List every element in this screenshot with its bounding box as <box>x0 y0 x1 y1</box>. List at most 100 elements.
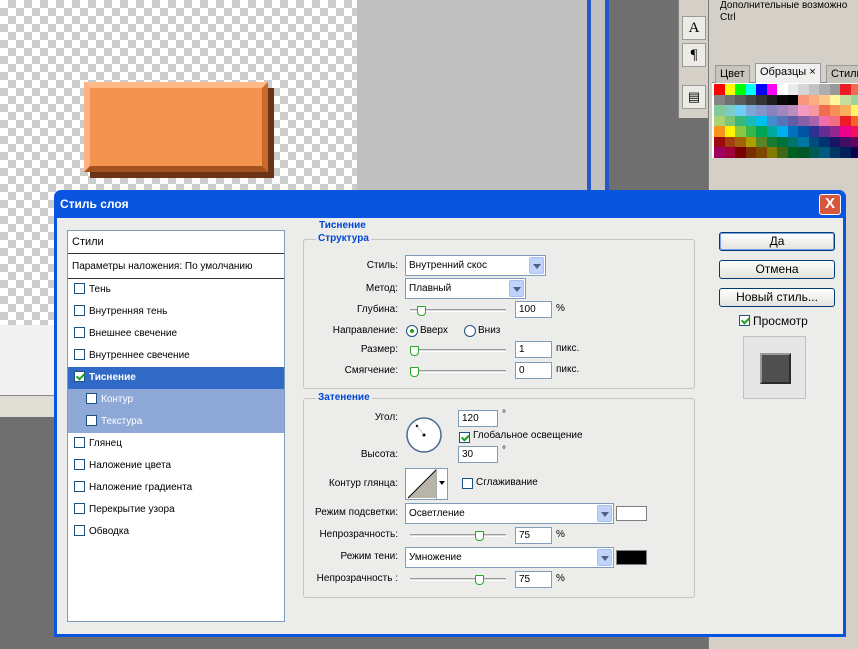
swatch-cell[interactable] <box>829 115 841 127</box>
swatch-cell[interactable] <box>724 115 736 127</box>
swatch-cell[interactable] <box>745 84 757 95</box>
swatch-cell[interactable] <box>850 105 858 116</box>
chevron-down-icon[interactable] <box>509 280 524 297</box>
swatch-cell[interactable] <box>840 84 851 95</box>
swatch-cell[interactable] <box>724 147 736 158</box>
swatch-cell[interactable] <box>829 136 841 148</box>
swatch-cell[interactable] <box>840 105 851 116</box>
swatch-cell[interactable] <box>766 147 778 158</box>
swatch-cell[interactable] <box>724 94 736 106</box>
swatch-cell[interactable] <box>787 115 799 127</box>
swatch-cell[interactable] <box>850 115 858 127</box>
style-item-9[interactable]: Наложение цвета <box>68 455 284 477</box>
character-icon[interactable]: A <box>682 16 706 40</box>
method-select[interactable]: Плавный <box>405 278 526 299</box>
preview-checkbox[interactable] <box>739 315 750 326</box>
swatch-cell[interactable] <box>735 147 746 158</box>
swatch-cell[interactable] <box>819 94 830 106</box>
swatch-cell[interactable] <box>819 136 830 148</box>
swatch-cell[interactable] <box>735 84 746 95</box>
direction-down-radio[interactable] <box>464 325 476 337</box>
swatch-cell[interactable] <box>714 147 725 158</box>
shadow-color-swatch[interactable] <box>616 550 647 565</box>
swatch-cell[interactable] <box>787 136 799 148</box>
style-item-checkbox[interactable] <box>74 502 85 514</box>
swatch-cell[interactable] <box>808 115 820 127</box>
swatch-cell[interactable] <box>787 147 799 158</box>
swatch-cell[interactable] <box>745 105 757 116</box>
style-item-3[interactable]: Внешнее свечение <box>68 323 284 345</box>
close-icon[interactable]: × <box>809 66 815 78</box>
shadow-opacity-thumb[interactable] <box>474 575 484 585</box>
swatch-cell[interactable] <box>724 126 736 137</box>
swatch-cell[interactable] <box>714 94 725 106</box>
style-item-4[interactable]: Внутреннее свечение <box>68 345 284 367</box>
swatch-cell[interactable] <box>777 115 788 127</box>
swatch-cell[interactable] <box>850 126 858 137</box>
swatch-cell[interactable] <box>819 115 830 127</box>
swatch-cell[interactable] <box>798 136 809 148</box>
chevron-down-icon[interactable] <box>597 505 612 522</box>
direction-up-radio[interactable] <box>406 325 418 337</box>
style-item-checkbox[interactable] <box>86 414 97 426</box>
depth-field[interactable]: 100 <box>515 301 552 318</box>
swatch-cell[interactable] <box>808 105 820 116</box>
ok-button[interactable]: Да <box>719 232 835 251</box>
swatch-cell[interactable] <box>829 84 841 95</box>
swatch-cell[interactable] <box>787 94 799 106</box>
close-button[interactable]: X <box>819 194 841 215</box>
swatch-cell[interactable] <box>766 94 778 106</box>
swatch-cell[interactable] <box>798 105 809 116</box>
swatch-cell[interactable] <box>735 126 746 137</box>
style-item-checkbox[interactable] <box>74 524 85 536</box>
style-item-checkbox[interactable] <box>74 370 85 382</box>
highlight-mode-select[interactable]: Осветление <box>405 503 614 524</box>
style-item-6[interactable]: Контур <box>68 389 284 411</box>
style-item-checkbox[interactable] <box>74 480 85 492</box>
swatch-cell[interactable] <box>808 84 820 95</box>
highlight-color-swatch[interactable] <box>616 506 647 521</box>
style-item-12[interactable]: Обводка <box>68 521 284 543</box>
swatch-cell[interactable] <box>745 136 757 148</box>
swatch-cell[interactable] <box>766 126 778 137</box>
swatch-cell[interactable] <box>756 115 767 127</box>
style-item-checkbox[interactable] <box>74 458 85 470</box>
global-light-checkbox[interactable] <box>459 432 470 443</box>
swatch-cell[interactable] <box>798 147 809 158</box>
style-item-5[interactable]: Тиснение <box>68 367 284 389</box>
swatch-cell[interactable] <box>840 115 851 127</box>
swatch-cell[interactable] <box>850 94 858 106</box>
style-select[interactable]: Внутренний скос <box>405 255 546 276</box>
swatch-cell[interactable] <box>850 136 858 148</box>
shadow-opacity-slider[interactable] <box>410 575 506 585</box>
swatch-cell[interactable] <box>798 126 809 137</box>
shadow-opacity-field[interactable]: 75 <box>515 571 552 588</box>
swatch-cell[interactable] <box>819 147 830 158</box>
swatch-cell[interactable] <box>787 126 799 137</box>
style-item-10[interactable]: Наложение градиента <box>68 477 284 499</box>
swatch-cell[interactable] <box>840 136 851 148</box>
style-item-checkbox[interactable] <box>74 436 85 448</box>
swatch-cell[interactable] <box>787 84 799 95</box>
style-item-11[interactable]: Перекрытие узора <box>68 499 284 521</box>
highlight-opacity-thumb[interactable] <box>474 531 484 541</box>
shadow-mode-select[interactable]: Умножение <box>405 547 614 568</box>
swatch-cell[interactable] <box>808 147 820 158</box>
swatch-cell[interactable] <box>829 126 841 137</box>
swatch-cell[interactable] <box>808 136 820 148</box>
swatch-cell[interactable] <box>745 94 757 106</box>
depth-slider-thumb[interactable] <box>416 306 426 316</box>
style-item-8[interactable]: Глянец <box>68 433 284 455</box>
swatch-cell[interactable] <box>777 105 788 116</box>
swatch-cell[interactable] <box>777 126 788 137</box>
swatch-cell[interactable] <box>819 126 830 137</box>
swatch-cell[interactable] <box>745 147 757 158</box>
swatch-cell[interactable] <box>756 105 767 116</box>
swatch-cell[interactable] <box>756 84 767 95</box>
blending-options-item[interactable]: Параметры наложения: По умолчанию <box>68 256 284 279</box>
swatch-cell[interactable] <box>777 84 788 95</box>
swatch-cell[interactable] <box>745 126 757 137</box>
tab-color[interactable]: Цвет <box>715 65 750 83</box>
swatch-cell[interactable] <box>798 84 809 95</box>
swatch-cell[interactable] <box>850 84 858 95</box>
